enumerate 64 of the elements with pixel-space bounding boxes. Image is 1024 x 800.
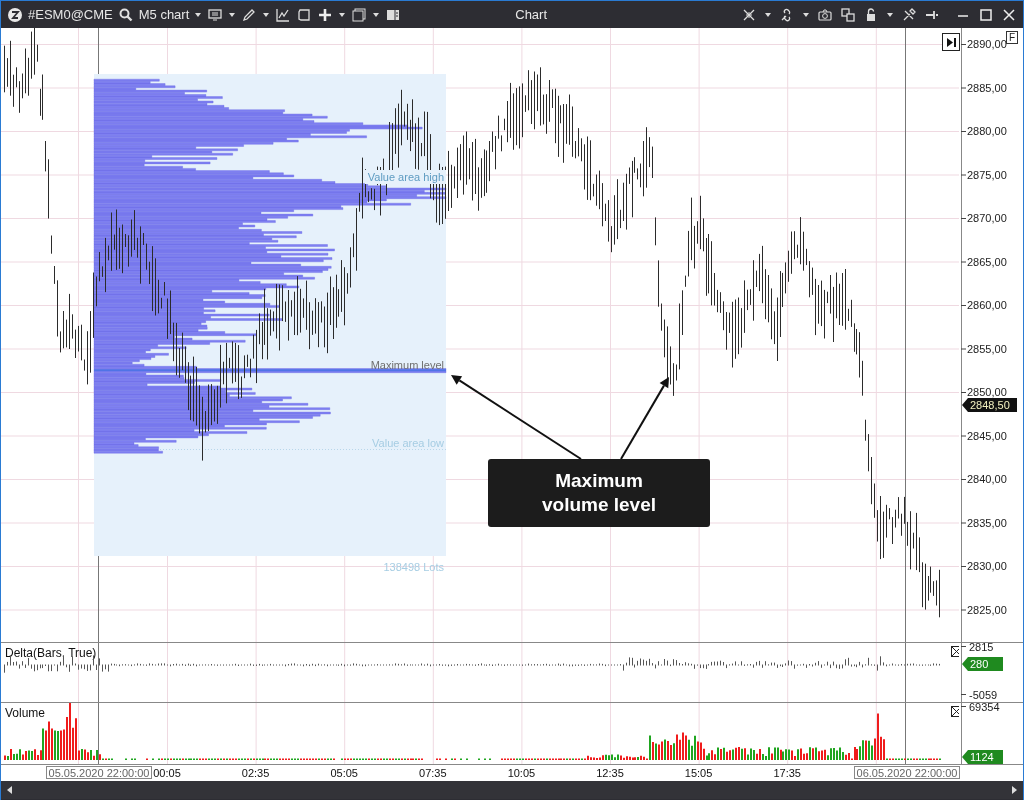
window-icon[interactable] bbox=[351, 6, 368, 23]
price-label: 2835,00 bbox=[967, 516, 1007, 529]
time-label: 02:35 bbox=[241, 767, 270, 779]
last-price-tag: 2848,50 bbox=[962, 398, 1018, 413]
price-label: 2880,00 bbox=[967, 125, 1007, 137]
caret-icon[interactable] bbox=[194, 10, 203, 19]
date-label: 06.05.2020 22:00:00 bbox=[854, 766, 960, 779]
value-area-low-label: Value area low bbox=[372, 437, 444, 449]
corner-mark: F bbox=[1006, 31, 1019, 44]
scroll-left-icon[interactable] bbox=[6, 786, 14, 794]
search-icon[interactable] bbox=[117, 6, 134, 23]
price-label: 2890,00 bbox=[967, 38, 1007, 50]
maximize-icon[interactable] bbox=[978, 6, 994, 23]
price-label: 2870,00 bbox=[967, 212, 1007, 224]
caret-icon[interactable] bbox=[764, 10, 772, 19]
time-label: 12:35 bbox=[596, 767, 624, 779]
time-label: 07:35 bbox=[419, 767, 447, 779]
time-label: 15:05 bbox=[684, 767, 713, 779]
price-label: 2865,00 bbox=[967, 255, 1007, 268]
callout-label: Maximum volume level bbox=[488, 459, 710, 527]
caret-icon[interactable] bbox=[886, 10, 894, 19]
caret-icon[interactable] bbox=[338, 10, 347, 19]
caret-icon[interactable] bbox=[228, 10, 237, 19]
time-label: 05:05 bbox=[330, 767, 358, 779]
chart-menu[interactable]: M5 chart bbox=[138, 7, 190, 22]
price-label: 2845,00 bbox=[967, 429, 1007, 442]
window-title: Chart bbox=[515, 7, 548, 22]
scale-max-label: 2815 bbox=[969, 643, 994, 653]
symbol-selector[interactable]: #ESM0@CME bbox=[28, 7, 113, 22]
line-chart-icon[interactable] bbox=[275, 6, 292, 23]
price-label: 2885,00 bbox=[967, 81, 1007, 94]
price-label: 2840,00 bbox=[967, 473, 1007, 485]
tools-icon[interactable] bbox=[901, 6, 917, 23]
price-label: 2860,00 bbox=[967, 299, 1007, 311]
price-label: 2855,00 bbox=[967, 342, 1007, 355]
panel-title: Delta(Bars, True) bbox=[5, 646, 97, 660]
time-label: 10:05 bbox=[507, 767, 536, 779]
last-value-tag: 1124 bbox=[962, 750, 1004, 764]
total-lots-label: 138498 Lots bbox=[383, 561, 444, 573]
scale-max-label: 69354 bbox=[969, 703, 1000, 713]
caret-icon[interactable] bbox=[802, 10, 810, 19]
price-label: 2830,00 bbox=[967, 560, 1007, 572]
panel-title: Volume bbox=[5, 706, 46, 720]
price-label: 2825,00 bbox=[967, 603, 1007, 616]
monitor-icon[interactable] bbox=[207, 6, 224, 23]
copy-icon[interactable] bbox=[840, 6, 856, 23]
scale-min-label: -5059 bbox=[969, 689, 998, 701]
maximum-level-label: Maximum level bbox=[370, 359, 444, 371]
price-label: 2875,00 bbox=[967, 168, 1007, 181]
time-label: 17:35 bbox=[773, 767, 801, 779]
close-panel-icon[interactable] bbox=[951, 646, 960, 657]
last-value-tag: 280 bbox=[962, 657, 1004, 671]
value-area-high-label: Value area high bbox=[367, 171, 444, 183]
logo-icon[interactable] bbox=[7, 6, 23, 23]
caret-icon[interactable] bbox=[262, 10, 271, 19]
price-label: 2850,00 bbox=[967, 386, 1007, 398]
caret-icon[interactable] bbox=[372, 10, 381, 19]
time-label: 00:05 bbox=[153, 767, 181, 779]
camera-icon[interactable] bbox=[817, 6, 833, 23]
close-panel-icon[interactable] bbox=[951, 706, 960, 717]
close-icon[interactable] bbox=[1001, 6, 1017, 23]
date-label: 05.05.2020 22:00:00 bbox=[46, 766, 152, 779]
scroll-right-icon[interactable] bbox=[1010, 786, 1018, 794]
plus-icon[interactable] bbox=[317, 6, 334, 23]
